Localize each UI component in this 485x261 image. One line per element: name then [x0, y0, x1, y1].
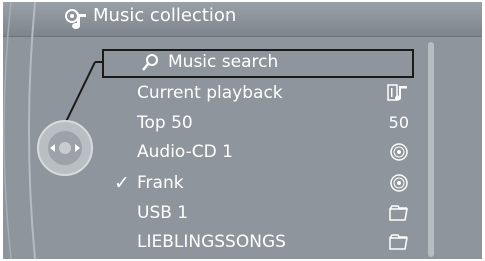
- menu-item-label: Top 50: [137, 113, 193, 133]
- screen: Music collection Music search Current pl…: [3, 2, 482, 259]
- menu-item-music-search[interactable]: Music search: [168, 52, 278, 72]
- music-collection-icon: [65, 9, 86, 29]
- page-title: Music collection: [93, 5, 237, 26]
- menu-item-top-50[interactable]: Top 50 50: [3, 111, 413, 141]
- folder-icon: [385, 203, 409, 223]
- scrollbar[interactable]: [428, 42, 434, 257]
- menu-item-label: Current playback: [137, 83, 283, 103]
- menu-item-audio-cd-1[interactable]: Audio-CD 1: [3, 140, 413, 170]
- menu-item-usb-1[interactable]: USB 1: [3, 201, 413, 231]
- menu-item-frank[interactable]: ✓ Frank: [3, 171, 413, 201]
- header-bar: Music collection: [3, 2, 482, 37]
- now-playing-icon: [385, 83, 409, 103]
- idrive-screen-frame: Music collection Music search Current pl…: [0, 0, 485, 261]
- menu-item-label: USB 1: [137, 203, 189, 223]
- menu-item-label: Audio-CD 1: [137, 142, 233, 162]
- folder-icon: [385, 232, 409, 252]
- cd-icon: [385, 142, 409, 162]
- check-icon: ✓: [114, 172, 130, 194]
- menu-item-label: LIEBLINGSSONGS: [137, 232, 286, 252]
- cd-icon: [385, 173, 409, 193]
- search-icon: [142, 54, 158, 71]
- top-50-count: 50: [388, 113, 409, 132]
- menu-item-current-playback[interactable]: Current playback: [3, 81, 413, 111]
- menu-item-lieblingssongs[interactable]: LIEBLINGSSONGS: [3, 230, 413, 260]
- menu-item-label: Frank: [137, 173, 184, 193]
